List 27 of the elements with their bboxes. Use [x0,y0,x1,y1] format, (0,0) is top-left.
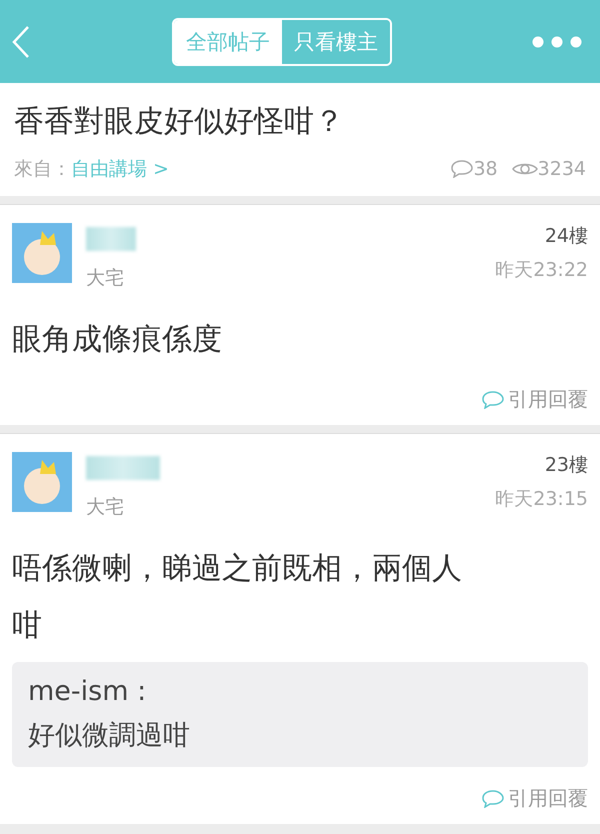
quote-reply-button[interactable]: 引用回覆 [482,785,588,812]
forum-link[interactable]: 自由講場 > [71,156,169,182]
user-rank: 大宅 [86,495,125,520]
filter-tab[interactable]: 全部帖子 [174,20,282,64]
more-icon[interactable] [532,36,582,48]
post-time: 昨天23:22 [495,258,588,283]
comment-icon [482,790,504,808]
back-icon[interactable] [10,24,32,58]
view-count: 3234 [538,158,586,180]
source-label: 來自： [14,157,71,182]
post-body: 唔係微喇，睇過之前既相，兩個人 咁 [12,550,463,645]
blurred-username [86,227,136,251]
thread-title: 香香對眼皮好似好怪咁？ [14,103,345,141]
avatar[interactable] [12,452,72,512]
post-body: 眼角成條痕係度 [12,321,223,359]
comment-count: 38 [473,158,498,180]
avatar[interactable] [12,223,72,283]
quote-author: me-ism : [28,676,148,707]
comment-icon [482,390,504,408]
user-rank: 大宅 [86,266,125,291]
eye-icon [512,161,538,177]
post-time: 昨天23:15 [495,487,588,512]
quote-reply-button[interactable]: 引用回覆 [482,386,588,413]
floor-number: 24樓 [544,224,588,249]
floor-number: 23樓 [544,453,588,478]
comment-icon [451,160,474,178]
quote-text: 好似微調過咁 [28,719,191,753]
